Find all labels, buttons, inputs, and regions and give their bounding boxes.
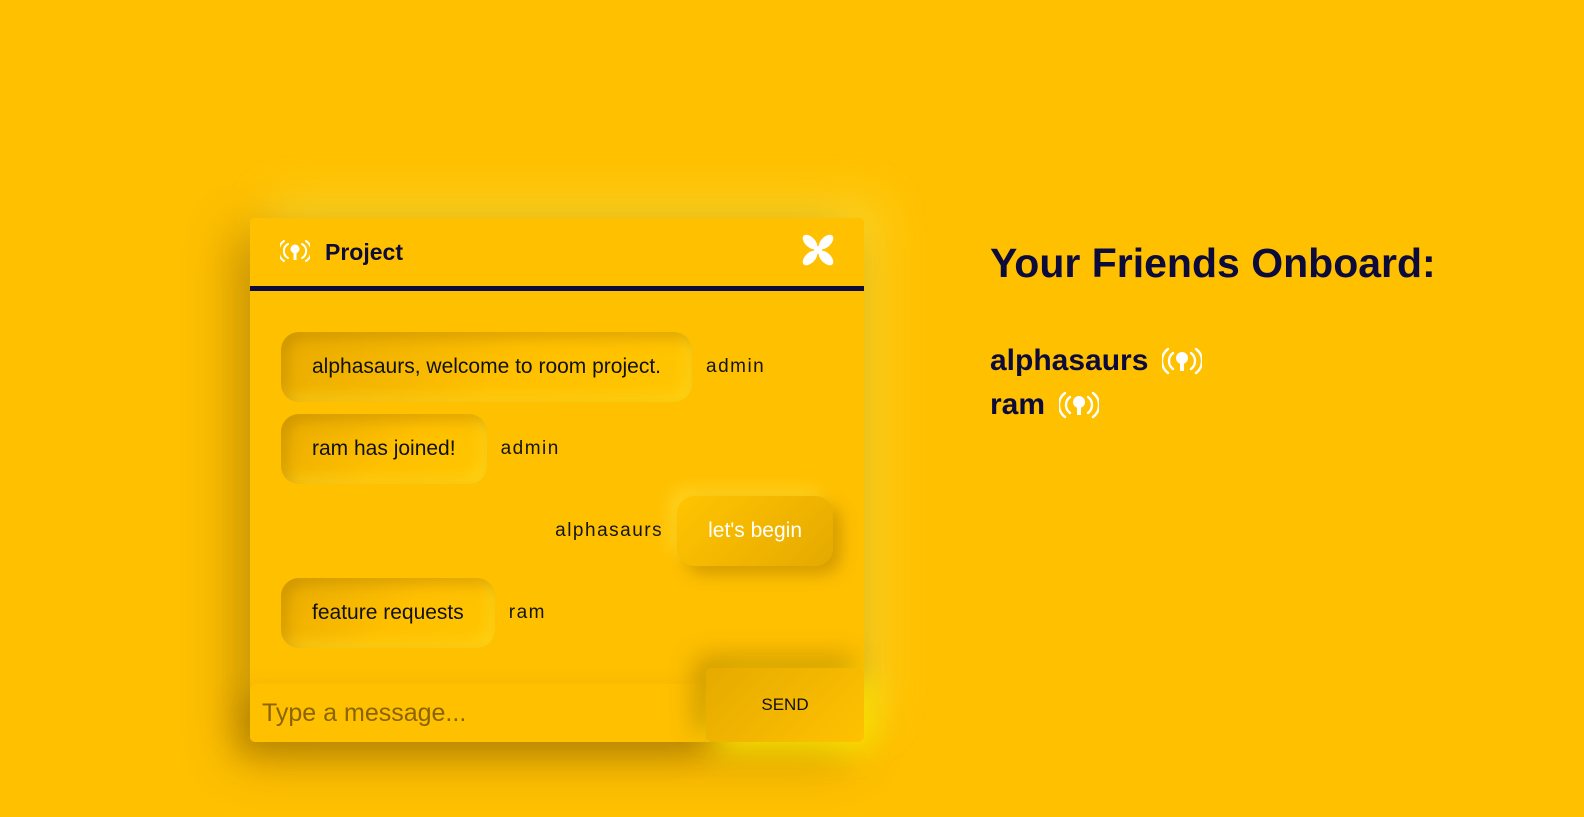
send-button[interactable]: SEND: [706, 668, 864, 742]
message-bubble: feature requests: [281, 578, 495, 648]
message-bubble-sent: let's begin: [677, 496, 833, 566]
live-broadcast-icon: [280, 240, 310, 262]
room-title: Project: [325, 239, 403, 265]
chat-header: Project: [250, 218, 864, 291]
online-broadcast-icon: [1162, 347, 1203, 375]
message-row: alphasaurs let's begin: [541, 496, 833, 566]
chat-window: Project alphasaurs, welcome to room proj…: [250, 218, 864, 742]
friend-item: ram: [990, 383, 1550, 427]
close-icon[interactable]: [801, 233, 835, 267]
message-input[interactable]: [250, 684, 706, 742]
friend-list: alphasaurs ram: [990, 339, 1550, 427]
message-sender: admin: [500, 438, 560, 459]
friend-name: alphasaurs: [990, 344, 1149, 377]
message-sender: alphasaurs: [555, 520, 664, 541]
message-list: alphasaurs, welcome to room project. adm…: [250, 296, 864, 676]
friends-panel: Your Friends Onboard: alphasaurs ram: [990, 240, 1550, 427]
message-row: alphasaurs, welcome to room project. adm…: [281, 332, 779, 402]
message-bubble: alphasaurs, welcome to room project.: [281, 332, 692, 402]
friend-item: alphasaurs: [990, 339, 1550, 383]
message-bubble: ram has joined!: [281, 414, 487, 484]
friend-name: ram: [990, 388, 1046, 421]
message-row: ram has joined! admin: [281, 414, 574, 484]
online-broadcast-icon: [1059, 391, 1100, 419]
message-sender: admin: [706, 356, 766, 377]
message-sender: ram: [508, 602, 546, 623]
friends-title: Your Friends Onboard:: [990, 240, 1436, 286]
message-row: feature requests ram: [281, 578, 560, 648]
